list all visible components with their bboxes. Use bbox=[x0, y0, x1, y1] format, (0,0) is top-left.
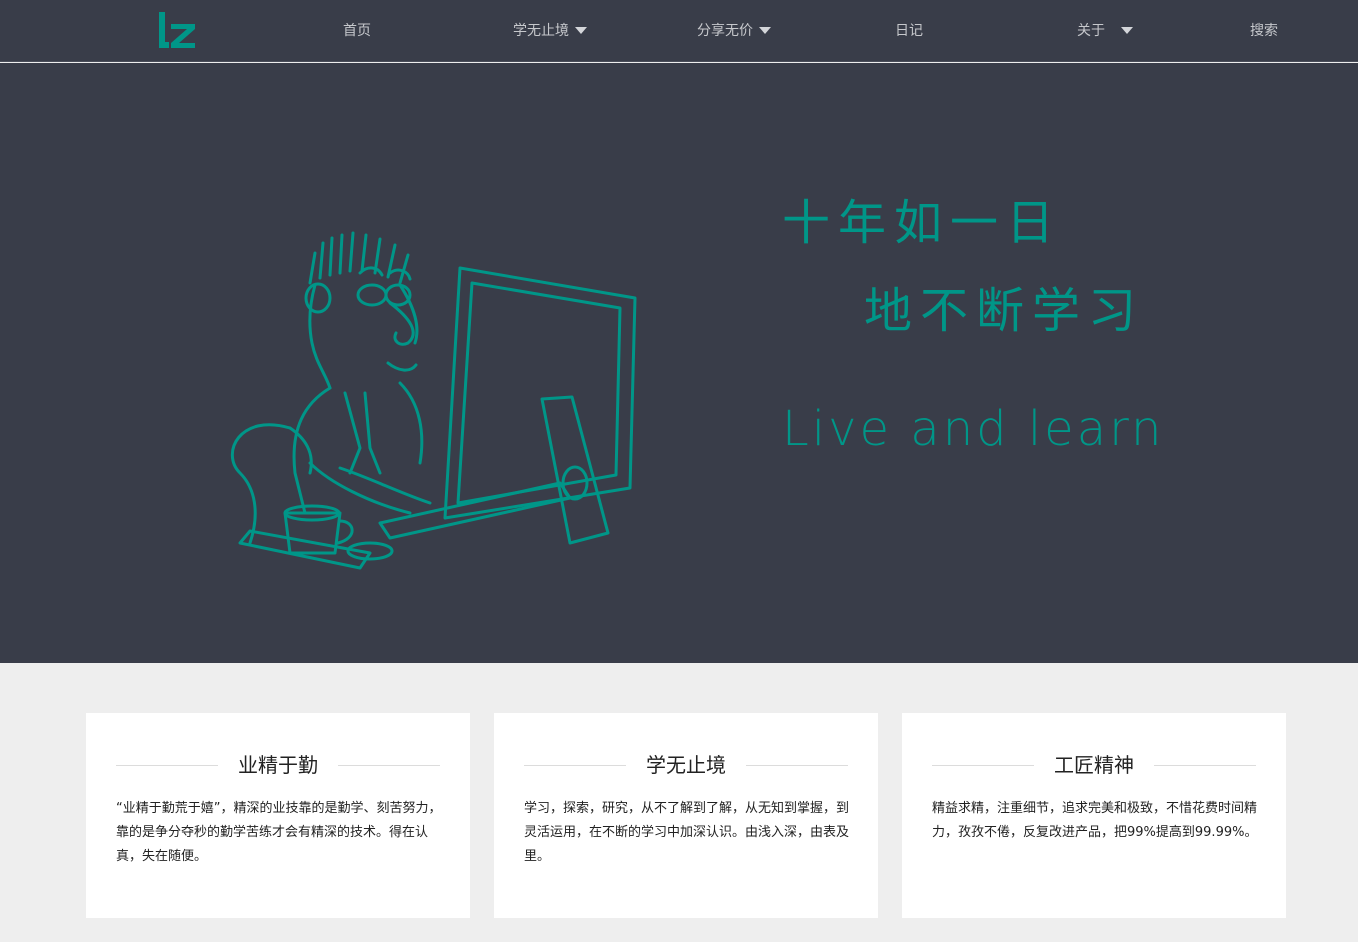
features-section: 业精于勤 “业精于勤荒于嬉”，精深的业技靠的是勤学、刻苦努力，靠的是争分夺秒的勤… bbox=[0, 663, 1358, 942]
nav-about-label: 关于 bbox=[1077, 23, 1105, 39]
nav-diary-label: 日记 bbox=[895, 23, 923, 39]
nav-search[interactable]: 搜索 bbox=[1250, 20, 1278, 42]
hero-banner: 十年如一日 地不断学习 Live and learn bbox=[0, 63, 1358, 663]
top-navbar: 首页 学无止境 分享无价 日记 关于 搜索 bbox=[0, 0, 1358, 62]
nav-search-label: 搜索 bbox=[1250, 23, 1278, 39]
hero-slogan-line2: 地不断学习 bbox=[864, 283, 1145, 339]
feature-card: 业精于勤 “业精于勤荒于嬉”，精深的业技靠的是勤学、刻苦努力，靠的是争分夺秒的勤… bbox=[86, 713, 470, 918]
nav-diary[interactable]: 日记 bbox=[895, 20, 923, 42]
nav-home[interactable]: 首页 bbox=[343, 20, 371, 42]
hero-slogan-english: Live and learn bbox=[782, 401, 1165, 457]
nav-about[interactable]: 关于 bbox=[1077, 20, 1133, 42]
caret-down-icon bbox=[1121, 26, 1133, 34]
hero-slogan-line1: 十年如一日 bbox=[782, 195, 1063, 251]
feature-card: 工匠精神 精益求精，注重细节，追求完美和极致，不惜花费时间精力，孜孜不倦，反复改… bbox=[902, 713, 1286, 918]
nav-learning[interactable]: 学无止境 bbox=[513, 20, 587, 42]
feature-card: 学无止境 学习，探索，研究，从不了解到了解，从无知到掌握，到灵活运用，在不断的学… bbox=[494, 713, 878, 918]
card-header: 业精于勤 bbox=[116, 753, 440, 777]
card-text: 精益求精，注重细节，追求完美和极致，不惜花费时间精力，孜孜不倦，反复改进产品，把… bbox=[932, 801, 1258, 840]
card-header: 工匠精神 bbox=[932, 753, 1256, 777]
caret-down-icon bbox=[759, 26, 771, 34]
caret-down-icon bbox=[575, 26, 587, 34]
card-text: 学习，探索，研究，从不了解到了解，从无知到掌握，到灵活运用，在不断的学习中加深认… bbox=[524, 801, 850, 864]
nav-sharing[interactable]: 分享无价 bbox=[697, 20, 771, 42]
nav-learning-label: 学无止境 bbox=[513, 23, 569, 39]
developer-illustration bbox=[230, 231, 637, 570]
nav-sharing-label: 分享无价 bbox=[697, 23, 753, 39]
divider bbox=[338, 765, 440, 766]
card-header: 学无止境 bbox=[524, 753, 848, 777]
nav-home-label: 首页 bbox=[343, 23, 371, 39]
card-text: “业精于勤荒于嬉”，精深的业技靠的是勤学、刻苦努力，靠的是争分夺秒的勤学苦练才会… bbox=[116, 801, 442, 864]
divider bbox=[1154, 765, 1256, 766]
divider bbox=[746, 765, 848, 766]
site-logo[interactable] bbox=[157, 10, 199, 50]
